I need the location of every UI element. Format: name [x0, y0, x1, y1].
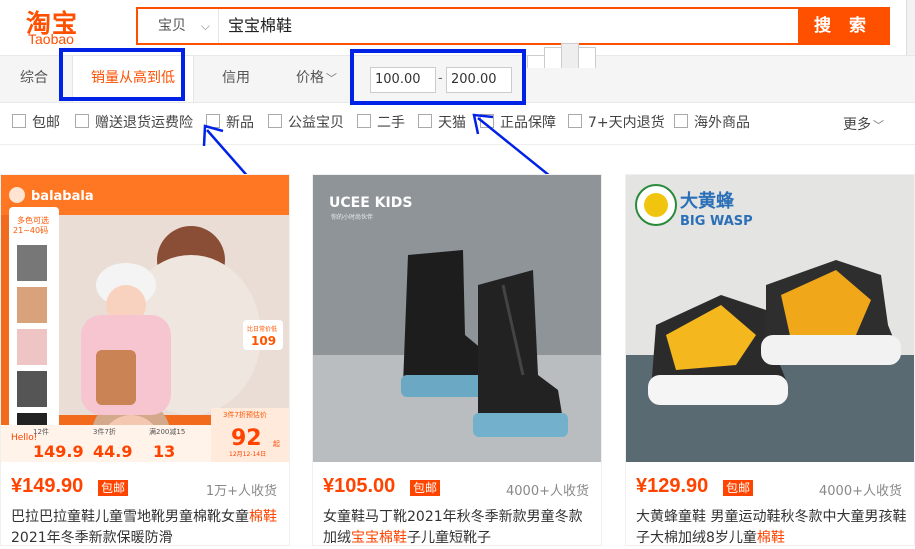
- brand-text: UCEE KIDS: [329, 195, 412, 211]
- sales-count: 4000+人收货: [819, 484, 902, 499]
- p3-label: 满200减15: [149, 427, 185, 436]
- brand-text: 大黄蜂: [680, 190, 735, 212]
- product-image[interactable]: UCEE KIDS 你的小时尚伙伴: [313, 175, 601, 462]
- big-price: 92: [231, 426, 262, 451]
- p2-label: 3件7折: [93, 427, 116, 436]
- product-title-link[interactable]: 巴拉巴拉童鞋儿童雪地靴男童棉靴女童棉鞋2021年冬季新款保暖防滑: [11, 507, 283, 549]
- product-card[interactable]: balabala 多色可选 21~40码 比日常价低 109 3件7折预估价 9…: [0, 174, 290, 546]
- product-title-link[interactable]: 女童鞋马丁靴2021年秋冬季新款男童冬款加绒宝宝棉鞋子儿童短靴子: [323, 507, 595, 549]
- free-shipping-badge: 包邮: [98, 480, 129, 496]
- p1-label: 12件: [33, 427, 49, 436]
- brand-text: balabala: [31, 189, 94, 204]
- brand-en: BIG WASP: [680, 214, 753, 229]
- free-shipping-badge: 包邮: [723, 480, 754, 496]
- p1: 149.9: [33, 442, 84, 461]
- promo-date: 12月12-14日: [229, 451, 266, 458]
- tag-pre: 3件7折预估价: [223, 410, 267, 419]
- arrow-head: [472, 113, 494, 135]
- promo-size: 21~40码: [13, 226, 48, 235]
- product-card[interactable]: 大黄蜂 BIG WASP ¥129.90 包邮 4000+人收货 大黄蜂童鞋 男…: [625, 174, 915, 546]
- sales-count: 4000+人收货: [506, 484, 589, 499]
- product-price: ¥105.00: [323, 475, 396, 497]
- big-unit: 起: [273, 440, 280, 448]
- sales-count: 1万+人收货: [205, 484, 277, 499]
- product-card[interactable]: UCEE KIDS 你的小时尚伙伴 ¥105.00 包邮 4000+人收货 女童…: [312, 174, 602, 546]
- title-text: 巴拉巴拉童鞋儿童雪地靴男童棉靴女童: [11, 509, 249, 525]
- product-image[interactable]: 大黄蜂 BIG WASP: [626, 175, 914, 462]
- brand-subtext: 你的小时尚伙伴: [331, 213, 373, 221]
- title-keyword: 棉鞋: [249, 509, 277, 525]
- product-price: ¥149.90: [11, 475, 84, 497]
- p2: 44.9: [93, 442, 132, 461]
- p3: 13: [153, 442, 175, 461]
- promo-top: 多色可选: [17, 215, 49, 225]
- tag-num: 109: [251, 334, 276, 348]
- free-shipping-badge: 包邮: [410, 480, 441, 496]
- tag-small: 比日常价低: [247, 325, 277, 333]
- product-price: ¥129.90: [636, 475, 709, 497]
- product-image[interactable]: balabala 多色可选 21~40码 比日常价低 109 3件7折预估价 9…: [1, 175, 289, 462]
- product-title-link[interactable]: 大黄蜂童鞋 男童运动鞋秋冬款中大童男孩鞋子大棉加绒8岁儿童棉鞋: [636, 507, 908, 549]
